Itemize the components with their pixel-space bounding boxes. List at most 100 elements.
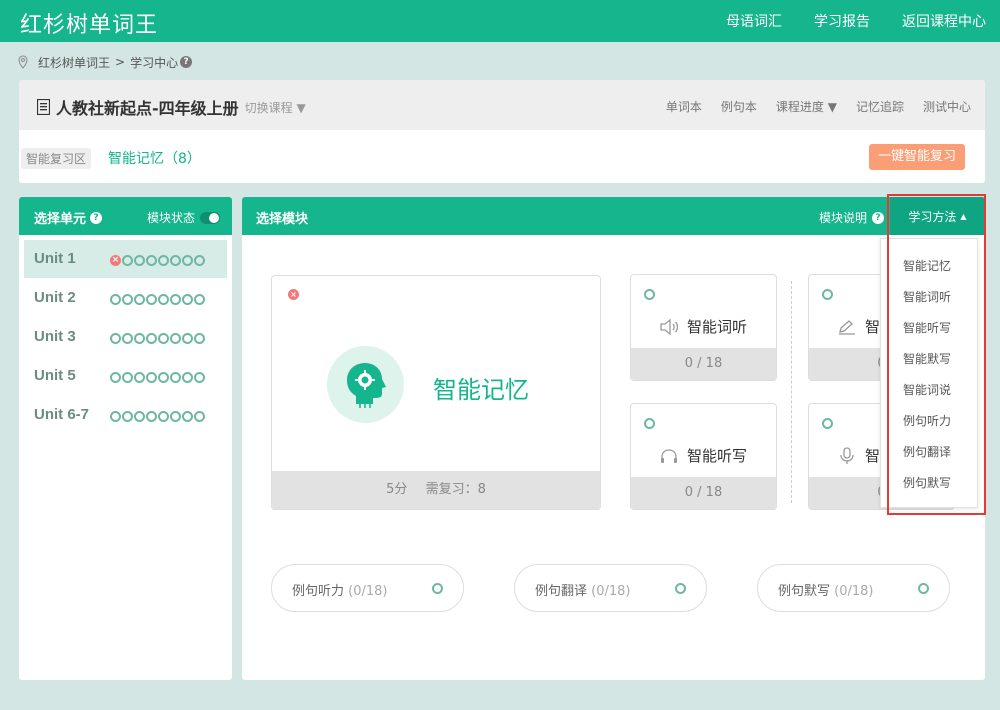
module-status-dot: [170, 255, 181, 266]
breadcrumb-current: 学习中心: [130, 55, 179, 70]
module-card-progress: 0 / 18: [631, 477, 776, 509]
module-status-dot: [146, 411, 157, 422]
pill-sentence-writing[interactable]: 例句默写 (0/18): [757, 564, 950, 612]
module-status-dot: [158, 255, 169, 266]
module-status-toggle[interactable]: [200, 211, 221, 224]
headphones-icon: [661, 448, 677, 463]
study-method-item[interactable]: 例句默写: [881, 468, 977, 499]
module-status-dot: [170, 411, 181, 422]
course-title: 人教社新起点-四年级上册: [56, 99, 239, 118]
unit-row[interactable]: Unit 6-7: [24, 396, 227, 434]
study-method-item[interactable]: 智能词说: [881, 375, 977, 406]
brain-head-icon: [327, 346, 404, 423]
pill-sentence-translation[interactable]: 例句翻译 (0/18): [514, 564, 707, 612]
module-status-dot: [146, 255, 157, 266]
module-status-dot: [122, 294, 133, 305]
module-explain-label[interactable]: 模块说明: [819, 209, 867, 226]
units-header: 选择单元 ? 模块状态: [19, 197, 232, 235]
module-status-dot: [110, 333, 121, 344]
breadcrumb-root[interactable]: 红杉树单词王: [38, 54, 110, 71]
module-card-progress: 0 / 18: [631, 348, 776, 380]
unit-row[interactable]: Unit 2: [24, 279, 227, 317]
nav-word-book[interactable]: 单词本: [666, 98, 702, 115]
one-click-review-button[interactable]: 一键智能复习: [869, 144, 965, 170]
study-method-item[interactable]: 例句听力: [881, 406, 977, 437]
pill-label: 例句听力: [292, 584, 345, 599]
pill-label: 例句默写: [778, 584, 831, 599]
speaker-icon: [660, 318, 679, 335]
study-method-button[interactable]: 学习方法 ▲: [890, 197, 985, 235]
unit-name: Unit 2: [34, 289, 76, 306]
nav-back-course-center[interactable]: 返回课程中心: [902, 11, 986, 31]
smart-memory-review-link[interactable]: 智能记忆（8）: [108, 148, 201, 168]
units-help-icon[interactable]: ?: [90, 211, 103, 224]
study-method-item[interactable]: 例句翻译: [881, 437, 977, 468]
error-x-icon: ×: [288, 289, 299, 300]
unit-name: Unit 5: [34, 367, 76, 384]
module-status-dot: [122, 333, 133, 344]
course-header: 人教社新起点-四年级上册 切换课程 ▼ 单词本 例句本 课程进度 ▼ 记忆追踪 …: [19, 80, 985, 130]
module-status-dot: [182, 411, 193, 422]
module-status-dot: [194, 255, 205, 266]
module-status-dot: [194, 372, 205, 383]
course-nav: 单词本 例句本 课程进度 ▼ 记忆追踪 测试中心: [666, 98, 971, 115]
module-status-dot: [182, 255, 193, 266]
module-card-label: 智能听写: [687, 447, 748, 465]
module-explain-help-icon[interactable]: ?: [872, 211, 885, 224]
error-x-icon: ×: [110, 255, 121, 266]
module-status-group: 模块状态: [147, 209, 221, 226]
breadcrumb-separator: >: [115, 55, 126, 69]
unit-module-dots: [110, 411, 205, 422]
module-status-dot: [194, 294, 205, 305]
unit-name: Unit 3: [34, 328, 76, 345]
status-ring: [822, 418, 833, 429]
unit-row[interactable]: Unit 3: [24, 318, 227, 356]
status-ring: [432, 583, 443, 594]
smart-memory-review-count: 需复习：8: [425, 482, 486, 497]
module-status-dot: [134, 372, 145, 383]
nav-course-progress[interactable]: 课程进度 ▼: [776, 98, 837, 115]
units-panel: 选择单元 ? 模块状态 Unit 1 × Unit 2 Unit 3 Unit 5 Uni…: [19, 197, 232, 680]
pill-sentence-listening[interactable]: 例句听力 (0/18): [271, 564, 464, 612]
module-status-dot: [182, 372, 193, 383]
unit-list: Unit 1 × Unit 2 Unit 3 Unit 5 Unit 6-7: [19, 235, 232, 434]
modules-header: 选择模块 模块说明 ? 学习方法 ▲: [242, 197, 985, 235]
unit-module-dots: [110, 372, 205, 383]
units-title-group: 选择单元 ?: [34, 208, 103, 227]
nav-memory-tracking[interactable]: 记忆追踪: [856, 98, 904, 115]
module-explain-group: 模块说明 ?: [819, 209, 885, 226]
help-icon[interactable]: ?: [180, 56, 193, 68]
module-status-dot: [110, 372, 121, 383]
module-status-dot: [170, 372, 181, 383]
module-card-label: 智: [865, 447, 881, 465]
unit-row[interactable]: Unit 5: [24, 357, 227, 395]
module-status-dot: [194, 411, 205, 422]
status-ring: [644, 418, 655, 429]
nav-sentence-book[interactable]: 例句本: [721, 98, 757, 115]
nav-test-center[interactable]: 测试中心: [923, 98, 971, 115]
module-status-label: 模块状态: [147, 211, 196, 225]
module-status-dot: [194, 333, 205, 344]
pill-count: (0/18): [348, 584, 388, 599]
smart-memory-time: 5分: [386, 482, 408, 497]
module-status-dot: [182, 294, 193, 305]
module-card-smart-dictation[interactable]: 智能听写 0 / 18: [630, 403, 777, 510]
top-nav: 母语词汇 学习报告 返回课程中心: [726, 0, 986, 42]
study-method-label: 学习方法: [908, 209, 957, 224]
study-method-item[interactable]: 智能听写: [881, 313, 977, 344]
status-ring: [675, 583, 686, 594]
smart-memory-footer: 5分 需复习：8: [272, 471, 600, 509]
study-method-item[interactable]: 智能默写: [881, 344, 977, 375]
nav-native-vocab[interactable]: 母语词汇: [726, 11, 782, 31]
switch-course-button[interactable]: 切换课程 ▼: [245, 99, 306, 116]
module-card-word-listening[interactable]: 智能词听 0 / 18: [630, 274, 777, 381]
study-method-item[interactable]: 智能词听: [881, 282, 977, 313]
unit-name: Unit 6-7: [34, 406, 90, 423]
module-status-dot: [110, 411, 121, 422]
nav-study-report[interactable]: 学习报告: [814, 11, 870, 31]
study-method-dropdown: 智能记忆 智能词听 智能听写 智能默写 智能词说 例句听力 例句翻译 例句默写: [880, 238, 978, 508]
smart-memory-card[interactable]: × 智能记忆 5分 需复习：8: [271, 275, 601, 510]
unit-row[interactable]: Unit 1 ×: [24, 240, 227, 278]
study-method-item[interactable]: 智能记忆: [881, 251, 977, 282]
brand-title: 红杉树单词王: [20, 13, 159, 38]
